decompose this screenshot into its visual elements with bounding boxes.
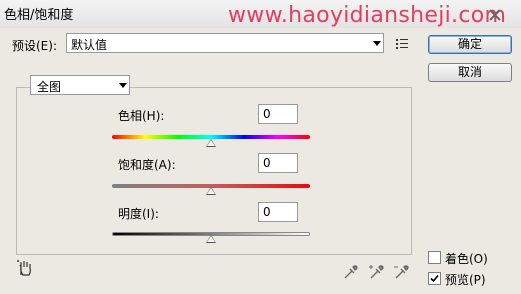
channel-select[interactable]: 全图: [30, 75, 130, 95]
eyedropper-icon[interactable]: [342, 264, 358, 280]
lightness-label: 明度(I):: [118, 207, 159, 221]
title-bar: 色相/饱和度 www.haoyidiansheji.com: [0, 0, 521, 28]
eyedropper-subtract-icon[interactable]: [393, 264, 409, 280]
cancel-button[interactable]: 取消: [428, 63, 512, 82]
hue-slider-thumb[interactable]: [206, 139, 216, 147]
preview-label: 预览(P): [445, 273, 486, 287]
hue-saturation-dialog: 色相/饱和度 www.haoyidiansheji.com 预设(E): 默认值…: [0, 0, 521, 294]
preview-checkbox[interactable]: [428, 272, 441, 285]
channel-value: 全图: [37, 80, 62, 94]
hue-label: 色相(H):: [118, 109, 165, 123]
saturation-slider-thumb[interactable]: [206, 187, 216, 195]
hue-input[interactable]: 0: [258, 104, 298, 124]
preset-label: 预设(E):: [12, 39, 57, 53]
colorize-checkbox[interactable]: [428, 251, 441, 264]
watermark-text: www.haoyidiansheji.com: [228, 3, 507, 28]
preset-value: 默认值: [71, 38, 108, 52]
lightness-slider-thumb[interactable]: [206, 235, 216, 243]
preset-options-icon[interactable]: [396, 39, 408, 49]
colorize-label: 着色(O): [445, 252, 488, 266]
adjustment-group: [16, 87, 412, 255]
lightness-input[interactable]: 0: [258, 202, 298, 222]
saturation-input[interactable]: 0: [258, 153, 298, 173]
chevron-down-icon: [373, 41, 381, 46]
preset-select[interactable]: 默认值: [66, 33, 384, 53]
window-title: 色相/饱和度: [4, 8, 74, 23]
hand-adjust-icon[interactable]: [16, 259, 34, 277]
saturation-label: 饱和度(A):: [118, 158, 176, 172]
eyedropper-add-icon[interactable]: [368, 264, 384, 280]
ok-button[interactable]: 确定: [428, 35, 512, 54]
checkmark-icon: [430, 274, 439, 283]
close-icon[interactable]: [488, 8, 502, 22]
chevron-down-icon: [119, 83, 127, 88]
